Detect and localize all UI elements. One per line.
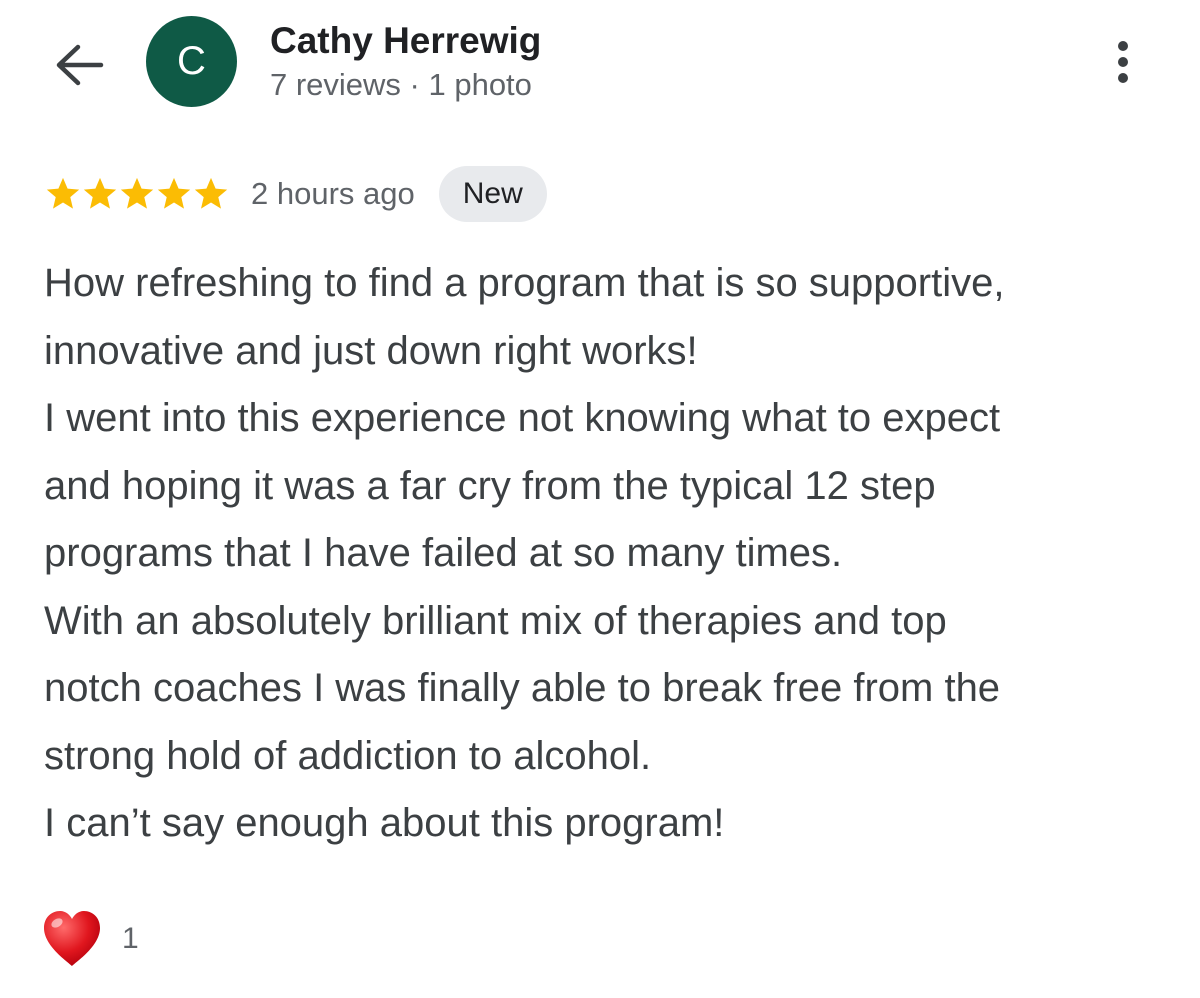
more-dot <box>1118 73 1128 83</box>
back-button[interactable] <box>46 32 112 98</box>
star-rating <box>44 175 229 213</box>
review-line: and hoping it was a far cry from the typ… <box>44 463 936 508</box>
review-line: innovative and just down right works! <box>44 328 698 373</box>
heart-icon <box>44 911 100 966</box>
new-badge: New <box>438 166 547 222</box>
star-icon <box>83 177 117 209</box>
review-line: programs that I have failed at so many t… <box>44 531 843 575</box>
more-dot <box>1118 57 1128 67</box>
review-time: 2 hours ago <box>251 176 415 211</box>
review-detail-page: C Cathy Herrewig 7 reviews · 1 photo 2 h… <box>0 0 1200 998</box>
rating-row: 2 hours ago New <box>44 166 547 222</box>
more-options-button[interactable] <box>1100 34 1146 90</box>
arrow-left-icon <box>56 44 104 86</box>
review-text: How refreshing to find a program that is… <box>44 250 1174 858</box>
like-reaction[interactable]: 1 <box>40 908 139 970</box>
star-icon <box>157 177 191 209</box>
star-icon <box>194 177 228 209</box>
reviewer-meta: 7 reviews · 1 photo <box>270 67 532 102</box>
review-line: I went into this experience not knowing … <box>44 396 1001 440</box>
avatar[interactable]: C <box>146 16 237 107</box>
star-icon <box>120 177 154 209</box>
review-line: notch coaches I was finally able to brea… <box>44 666 1001 710</box>
more-vertical-icon <box>1118 41 1128 51</box>
review-line: With an absolutely brilliant mix of ther… <box>44 598 947 643</box>
review-line: strong hold of addiction to alcohol. <box>44 733 652 778</box>
reviewer-name[interactable]: Cathy Herrewig <box>270 20 541 62</box>
avatar-letter: C <box>177 39 206 83</box>
star-icon <box>46 177 80 209</box>
reaction-count: 1 <box>122 922 139 955</box>
review-line: How refreshing to find a program that is… <box>44 261 1005 305</box>
review-line: I can’t say enough about this program! <box>44 801 725 845</box>
